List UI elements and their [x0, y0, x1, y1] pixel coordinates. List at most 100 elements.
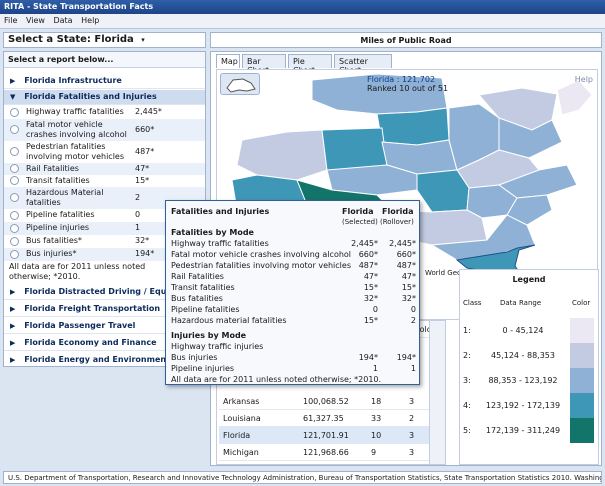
report-label: Pipeline injuries	[26, 223, 90, 232]
category-fatalities[interactable]: ▼ Florida Fatalities and Injuries	[4, 90, 205, 105]
legend-range: 123,192 - 172,139	[485, 401, 561, 410]
expand-arrow-icon[interactable]: ▶	[10, 77, 15, 85]
state-selector-value[interactable]: Florida	[94, 34, 133, 45]
menu-data[interactable]: Data	[53, 16, 72, 25]
radio-button[interactable]	[10, 125, 19, 134]
radio-button[interactable]	[10, 193, 19, 202]
cell-state: Michigan	[223, 448, 259, 457]
legend-swatch	[570, 318, 594, 343]
radio-button[interactable]	[10, 147, 19, 156]
menu-file[interactable]: File	[4, 16, 17, 25]
legend-range: 45,124 - 88,353	[491, 351, 555, 360]
cell-value: 100,068.52	[303, 397, 349, 406]
tooltip-row-label: Transit fatalities	[171, 283, 235, 292]
tooltip-row-value-selected: 660*	[358, 250, 378, 259]
radio-button[interactable]	[10, 108, 19, 117]
tooltip-note: All data are for 2011 unless noted other…	[171, 375, 382, 384]
tooltip-row-value-selected: 2,445*	[351, 239, 378, 248]
legend-row: 2: 45,124 - 88,353	[460, 343, 598, 368]
alaska-inset-button[interactable]	[220, 73, 260, 95]
report-panel-heading: Select a report below...	[4, 52, 205, 68]
table-row[interactable]: Louisiana 61,327.35 33 2	[219, 410, 429, 427]
tooltip-row-value-selected: 15*	[363, 316, 378, 325]
legend-class: 5:	[463, 426, 471, 435]
table-row[interactable]: Arkansas 100,068.52 18 3	[219, 393, 429, 410]
tooltip-row-label: Bus injuries	[171, 353, 218, 362]
collapse-arrow-icon[interactable]: ▼	[10, 93, 15, 101]
window-title: RITA - State Transportation Facts	[0, 0, 605, 14]
tooltip-row-label: Pipeline fatalities	[171, 305, 240, 314]
legend-row: 4: 123,192 - 172,139	[460, 393, 598, 418]
tooltip-col2-sub: (Rollover)	[380, 218, 414, 226]
expand-arrow-icon[interactable]: ▶	[10, 339, 15, 347]
legend-header-color: Color	[572, 299, 591, 307]
tab-scatter-chart[interactable]: Scatter Chart	[334, 54, 392, 75]
expand-arrow-icon[interactable]: ▶	[10, 288, 15, 296]
report-value: 1	[135, 223, 141, 232]
report-item[interactable]: Pedestrian fatalities involving motor ve…	[4, 141, 205, 163]
report-item[interactable]: Fatal motor vehicle crashes involving al…	[4, 119, 205, 141]
tab-pie-chart[interactable]: Pie Chart	[288, 54, 332, 75]
radio-button[interactable]	[10, 237, 19, 246]
menu-view[interactable]: View	[26, 16, 45, 25]
tooltip-col1-sub: (Selected)	[342, 218, 378, 226]
table-row[interactable]: Florida 121,701.91 10 3	[219, 427, 429, 444]
radio-button[interactable]	[10, 250, 19, 259]
radio-button[interactable]	[10, 211, 19, 220]
category-label: Florida Energy and Environment	[24, 355, 170, 364]
legend-range: 172,139 - 311,249	[485, 426, 561, 435]
alaska-icon	[226, 78, 256, 93]
legend-header-range: Data Range	[500, 299, 542, 307]
cell-value: 61,327.35	[303, 414, 344, 423]
tooltip-row-label: Highway traffic fatalities	[171, 239, 269, 248]
legend-header-class: Class	[463, 299, 482, 307]
tooltip-row-value-rollover: 2,445*	[389, 239, 416, 248]
report-item[interactable]: Rail Fatalities 47*	[4, 163, 205, 175]
state-selector-label: Select a State:	[8, 34, 91, 45]
radio-button[interactable]	[10, 176, 19, 185]
legend-title: Legend	[512, 275, 546, 284]
help-link[interactable]: Help	[575, 75, 593, 84]
cell-rank: 10	[371, 431, 382, 440]
tab-bar-chart[interactable]: Bar Chart	[242, 54, 286, 75]
legend-swatch	[570, 393, 594, 418]
cell-class: 3	[409, 431, 415, 440]
expand-arrow-icon[interactable]: ▶	[10, 356, 15, 364]
expand-arrow-icon[interactable]: ▶	[10, 322, 15, 330]
map-info-state: Florida : 121,702	[367, 75, 436, 84]
report-label: Highway traffic fatalities	[26, 107, 124, 116]
tooltip-row-value-selected: 15*	[363, 283, 378, 292]
table-row[interactable]: Michigan 121,968.66 9 3	[219, 444, 429, 461]
expand-arrow-icon[interactable]: ▶	[10, 305, 15, 313]
legend-class: 3:	[463, 376, 471, 385]
menu-help[interactable]: Help	[81, 16, 99, 25]
map-info-rank: Ranked 10 out of 51	[367, 84, 449, 93]
tooltip-row-label: Bus fatalities	[171, 294, 223, 303]
report-value: 660*	[135, 125, 155, 134]
category-infrastructure[interactable]: ▶ Florida Infrastructure	[4, 74, 205, 89]
menu-bar: File View Data Help	[0, 14, 605, 29]
map-info: Florida : 121,702 Ranked 10 out of 51	[367, 75, 448, 93]
cell-value: 121,968.66	[303, 448, 349, 457]
tooltip-row-value-selected: 487*	[358, 261, 378, 270]
chevron-down-icon[interactable]: ▾	[141, 36, 145, 44]
legend-class: 4:	[463, 401, 471, 410]
report-item[interactable]: Highway traffic fatalities 2,445*	[4, 106, 205, 119]
category-label: Florida Fatalities and Injuries	[24, 92, 157, 101]
tooltip-row-value-rollover: 487*	[396, 261, 416, 270]
cell-rank: 33	[371, 414, 382, 423]
category-label: Florida Distracted Driving / Equi	[24, 287, 170, 296]
report-value: 2,445*	[135, 107, 162, 116]
report-value: 487*	[135, 147, 155, 156]
tooltip-title: Fatalities and Injuries	[171, 207, 270, 216]
table-scrollbar[interactable]	[429, 321, 445, 464]
tooltip-row-value-rollover: 194*	[396, 353, 416, 362]
legend-class: 2:	[463, 351, 471, 360]
state-selector[interactable]: Select a State: Florida ▾	[3, 32, 206, 48]
tooltip-row-value-selected: 0	[372, 305, 378, 314]
report-item[interactable]: Transit fatalities 15*	[4, 175, 205, 187]
legend-panel: Legend Class Data Range Color 1: 0 - 45,…	[459, 269, 599, 465]
radio-button[interactable]	[10, 224, 19, 233]
radio-button[interactable]	[10, 164, 19, 173]
tab-map[interactable]: Map	[216, 54, 240, 68]
